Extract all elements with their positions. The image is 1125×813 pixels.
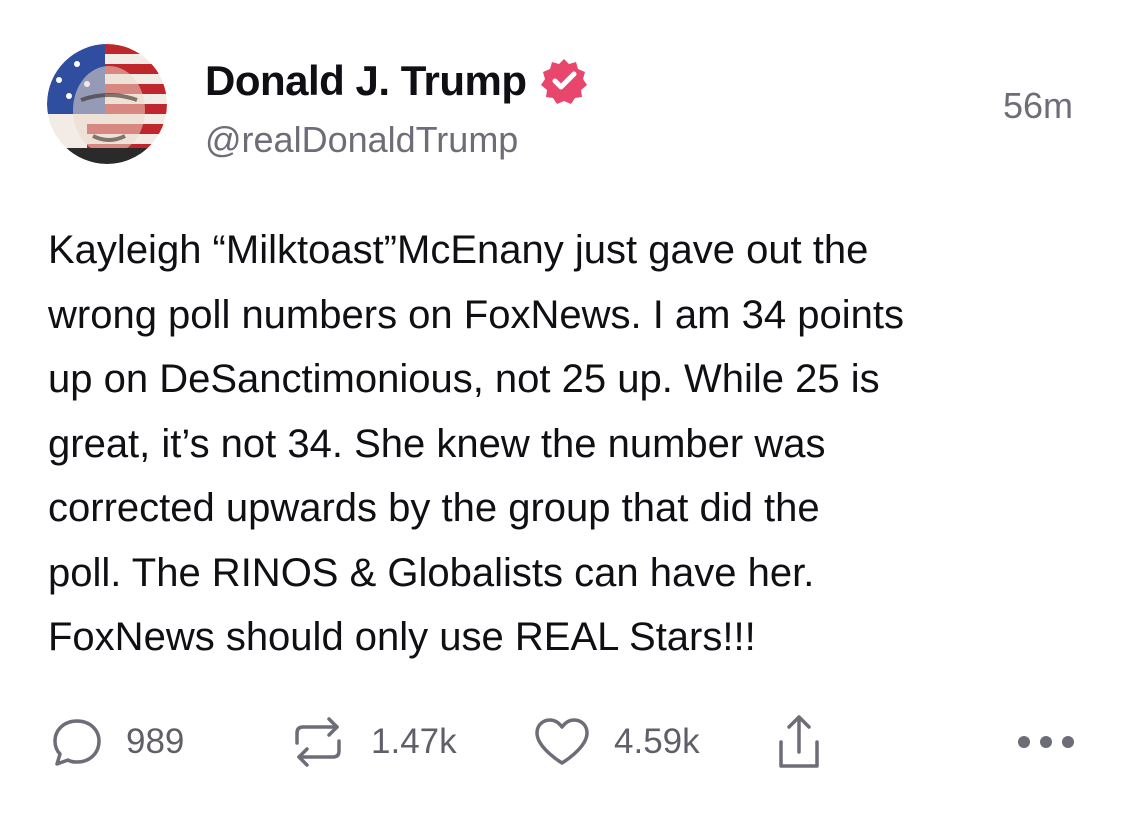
author-display-name[interactable]: Donald J. Trump [205, 56, 527, 106]
more-options-button[interactable] [1014, 710, 1078, 774]
like-button[interactable]: 4.59k [532, 710, 700, 774]
reply-icon [53, 719, 101, 766]
author-row: Donald J. Trump [205, 56, 589, 106]
share-button[interactable] [775, 710, 823, 774]
post-body: Kayleigh “Milktoast”McEnany just gave ou… [48, 228, 904, 659]
reply-button[interactable]: 989 [50, 710, 184, 774]
more-icon [1018, 736, 1074, 748]
repost-button[interactable]: 1.47k [287, 710, 457, 774]
heart-icon [535, 718, 589, 765]
repost-icon [295, 717, 341, 767]
post-timestamp[interactable]: 56m [1003, 84, 1073, 128]
reply-count: 989 [126, 722, 185, 761]
repost-count: 1.47k [371, 722, 457, 761]
post-card: Donald J. Trump @realDonaldTrump 56m Kay… [0, 0, 1125, 813]
post-actions: 989 1.47k 4.59k [0, 710, 1125, 774]
author-handle[interactable]: @realDonaldTrump [205, 118, 518, 162]
avatar[interactable] [47, 44, 167, 164]
verified-badge-icon [540, 59, 587, 104]
like-count: 4.59k [614, 722, 700, 761]
share-icon [779, 715, 819, 768]
